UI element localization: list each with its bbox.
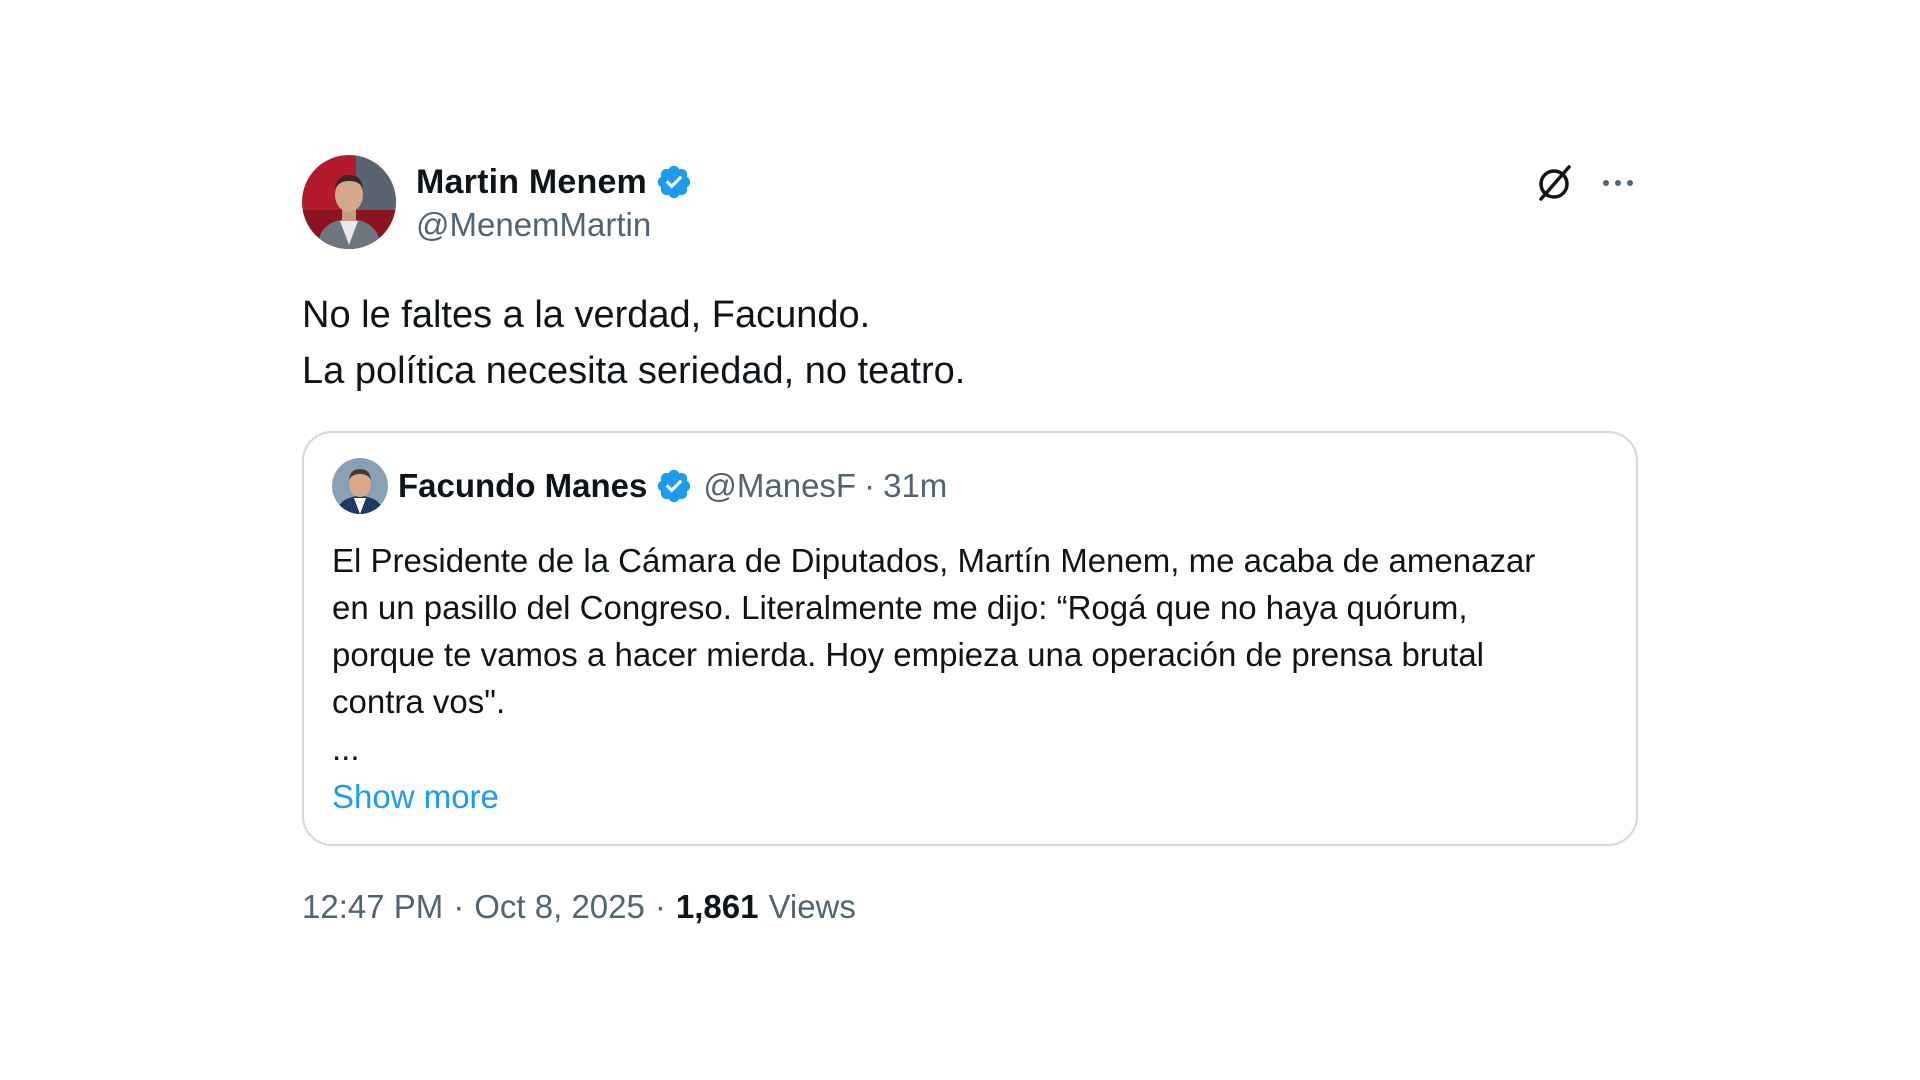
- show-more-link[interactable]: Show more: [332, 778, 499, 816]
- separator-dot: ·: [864, 467, 876, 504]
- verified-badge-icon: [658, 469, 691, 503]
- tweet-text-line: La política necesita seriedad, no teatro…: [302, 350, 966, 392]
- more-options-icon[interactable]: [1598, 163, 1638, 203]
- author-info: Martin Menem @MenemMartin: [416, 161, 693, 244]
- quoted-author-avatar[interactable]: [332, 458, 388, 514]
- separator-dot: ·: [654, 888, 666, 925]
- quoted-tweet-text: El Presidente de la Cámara de Diputados,…: [332, 542, 1536, 767]
- tweet-metadata: 12:47 PM · Oct 8, 2025 · 1,861 Views: [302, 888, 1638, 926]
- tweet-card: Martin Menem @MenemMartin No le faltes a…: [302, 155, 1638, 926]
- views-label: Views: [768, 888, 856, 925]
- author-display-name[interactable]: Martin Menem: [416, 163, 647, 202]
- quoted-tweet-time[interactable]: 31m: [883, 467, 947, 505]
- author-avatar[interactable]: [302, 155, 396, 249]
- tweet-time[interactable]: 12:47 PM: [302, 888, 443, 926]
- tweet-text: No le faltes a la verdad, Facundo. La po…: [302, 287, 1638, 399]
- grok-icon[interactable]: [1532, 161, 1576, 205]
- quoted-tweet-header: Facundo Manes @ManesF · 31m: [332, 457, 1608, 515]
- header-actions: [1532, 161, 1638, 205]
- tweet-date[interactable]: Oct 8, 2025: [474, 888, 645, 926]
- tweet-header: Martin Menem @MenemMartin: [302, 155, 1638, 251]
- quoted-author-display-name: Facundo Manes: [398, 467, 648, 504]
- views-count: 1,861: [675, 888, 759, 925]
- author-name-row: Martin Menem: [416, 161, 693, 203]
- verified-badge-icon[interactable]: [655, 163, 693, 201]
- quoted-author-handle: @ManesF: [703, 467, 857, 504]
- separator-dot: ·: [453, 888, 465, 925]
- quoted-tweet[interactable]: Facundo Manes @ManesF · 31m El President…: [302, 431, 1638, 846]
- author-handle[interactable]: @MenemMartin: [416, 206, 693, 244]
- tweet-text-line: No le faltes a la verdad, Facundo.: [302, 294, 871, 336]
